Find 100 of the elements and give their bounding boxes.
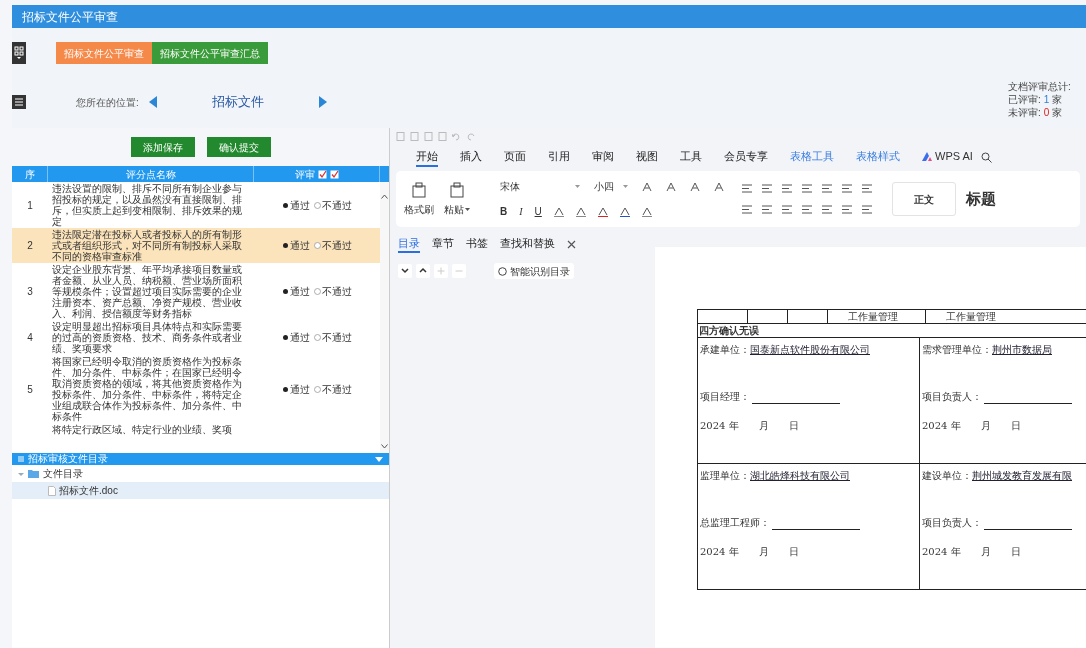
caret-down-icon	[465, 207, 470, 211]
format-painter-button[interactable]: 格式刷	[404, 181, 434, 217]
location-label: 您所在的位置:	[76, 95, 139, 110]
column-header-text: 评审	[294, 167, 315, 182]
criterion-text: 违法设置的限制、排斥不同所有制企业参与招投标的规定，以及虽然没有直接限制、排斥，但实质上起到变相限制、排斥效果的规定	[52, 183, 243, 227]
ribbon-tab[interactable]: 表格工具	[790, 147, 834, 167]
paste-button[interactable]: 粘贴	[444, 181, 470, 217]
chevron-down-icon	[381, 444, 388, 449]
ribbon-tab[interactable]: 页面	[504, 147, 526, 167]
chevron-up-icon	[419, 267, 427, 275]
style-preset[interactable]: 正文	[892, 182, 956, 216]
nav-pane-tab[interactable]: 查找和替换	[500, 235, 555, 253]
caret-down-icon	[375, 456, 383, 462]
tree-item[interactable]: 招标文件.doc	[12, 482, 389, 499]
criterion-text: 将特定行政区域、特定行业的业绩、奖项	[52, 424, 232, 435]
field-label: 监理单位：	[700, 469, 750, 483]
field-label: 总监理工程师：	[700, 516, 770, 530]
criterion-text: 设定企业股东背景、年平均承接项目数量或者金额、从业人员、纳税额、营业场所面积等规模条件；设置超过项目实际需要的企业注册资本、资产总额、净资产规模、营业收入、利润、授信额度等财务指标	[52, 264, 243, 319]
radio-icon	[314, 242, 321, 249]
bold-button[interactable]: B	[500, 204, 508, 219]
date-text: 日	[1010, 545, 1021, 559]
ribbon-tab[interactable]: 会员专享	[724, 147, 768, 167]
module-tab[interactable]: 招标文件公平审查汇总	[152, 42, 268, 64]
radio-icon	[314, 385, 321, 393]
reviewed-count: 1	[1043, 92, 1050, 106]
clipboard-icon	[449, 181, 465, 198]
radio-selected-icon	[282, 242, 289, 249]
expanded-arrow-icon	[18, 470, 24, 477]
nav-pane-tab[interactable]: 目录	[398, 235, 420, 253]
minus-icon	[455, 267, 463, 275]
radio-option[interactable]: 通过	[282, 238, 310, 253]
field-label: 项目经理：	[700, 390, 750, 404]
pending-label: 未评审:	[1008, 105, 1041, 119]
criterion-text: 违法限定潜在投标人或者投标人的所有制形式或者组织形式，对不同所有制投标人采取不同的资格审查标准	[52, 229, 243, 262]
radio-option[interactable]: 通过	[282, 381, 310, 397]
menu-button[interactable]	[12, 95, 26, 109]
pending-count: 0	[1043, 105, 1050, 119]
font-name-field[interactable]: 宋体	[500, 179, 580, 194]
action-button[interactable]: 确认提交	[206, 137, 271, 157]
right-arrow-icon[interactable]	[318, 96, 327, 108]
radio-option[interactable]: 不通过	[314, 238, 352, 253]
count-unit: 家	[1052, 92, 1063, 106]
date-text: 2024 年	[922, 545, 961, 559]
tree-item[interactable]: 文件目录	[12, 465, 389, 482]
underline-button[interactable]: U	[534, 204, 542, 219]
radio-icon	[314, 201, 321, 209]
location-current: 招标文件	[211, 93, 264, 112]
checkbox-checked-icon	[317, 169, 327, 179]
stats-total-label: 文档评审总计:	[1008, 79, 1072, 93]
row-number: 1	[27, 198, 33, 213]
field-label: 承建单位：	[700, 343, 750, 357]
radio-icon	[314, 288, 321, 295]
ai-logo-icon	[922, 151, 932, 161]
ribbon-tab[interactable]: 引用	[548, 147, 570, 167]
date-text: 月	[980, 545, 991, 559]
panel-title: 招标审核文件目录	[28, 454, 108, 464]
circle-icon	[498, 266, 507, 276]
close-icon[interactable]	[567, 239, 576, 249]
radio-option[interactable]: 不通过	[314, 197, 352, 213]
ribbon-tab[interactable]: 工具	[680, 147, 702, 167]
ribbon-tab[interactable]: 视图	[636, 147, 658, 167]
field-label: 需求管理单位：	[922, 343, 992, 357]
apps-menu-button[interactable]	[12, 42, 26, 64]
field-label: 项目负责人：	[922, 390, 982, 404]
radio-option[interactable]: 不通过	[314, 381, 352, 397]
smart-toc-button[interactable]: 智能识别目录	[494, 263, 574, 279]
radio-option[interactable]: 通过	[282, 284, 310, 299]
chevron-up-button[interactable]	[416, 264, 430, 278]
grid-icon	[14, 46, 24, 60]
table-cell-text: 工作量管理	[946, 311, 996, 322]
ribbon-tab[interactable]: 开始	[416, 147, 438, 167]
nav-pane-tab[interactable]: 章节	[432, 235, 454, 253]
ribbon-tab[interactable]: 插入	[460, 147, 482, 167]
ribbon-tab[interactable]: 审阅	[592, 147, 614, 167]
radio-selected-icon	[282, 288, 289, 295]
action-button[interactable]: 添加保存	[130, 137, 195, 157]
count-unit: 家	[1052, 105, 1063, 119]
highlight-icon[interactable]	[597, 206, 608, 217]
scrollbar[interactable]	[380, 182, 389, 453]
font-size-field[interactable]: 小四	[594, 179, 628, 194]
radio-option[interactable]: 不通过	[314, 330, 352, 345]
field-label: 建设单位：	[922, 469, 972, 483]
table-cell-text: 工作量管理	[848, 311, 898, 322]
nav-pane-tab[interactable]: 书签	[466, 235, 488, 253]
radio-option[interactable]: 通过	[282, 330, 310, 345]
ribbon-tab[interactable]: WPS AI	[922, 147, 973, 167]
align-left-icon[interactable]	[742, 205, 752, 214]
date-text: 2024 年	[700, 545, 739, 559]
reviewed-label: 已评审:	[1008, 92, 1041, 106]
date-text: 月	[758, 419, 769, 433]
left-arrow-icon[interactable]	[148, 96, 157, 108]
radio-option[interactable]: 通过	[282, 197, 310, 213]
radio-option[interactable]: 不通过	[314, 284, 352, 299]
font-color-icon[interactable]	[619, 206, 630, 217]
search-icon[interactable]	[980, 151, 992, 163]
window-title: 招标文件公平审查	[12, 5, 1086, 28]
chevron-down-button[interactable]	[398, 264, 412, 278]
italic-button[interactable]: I	[519, 204, 523, 219]
style-preset[interactable]: 标题	[966, 187, 996, 211]
ribbon-tab[interactable]: 表格样式	[856, 147, 900, 167]
